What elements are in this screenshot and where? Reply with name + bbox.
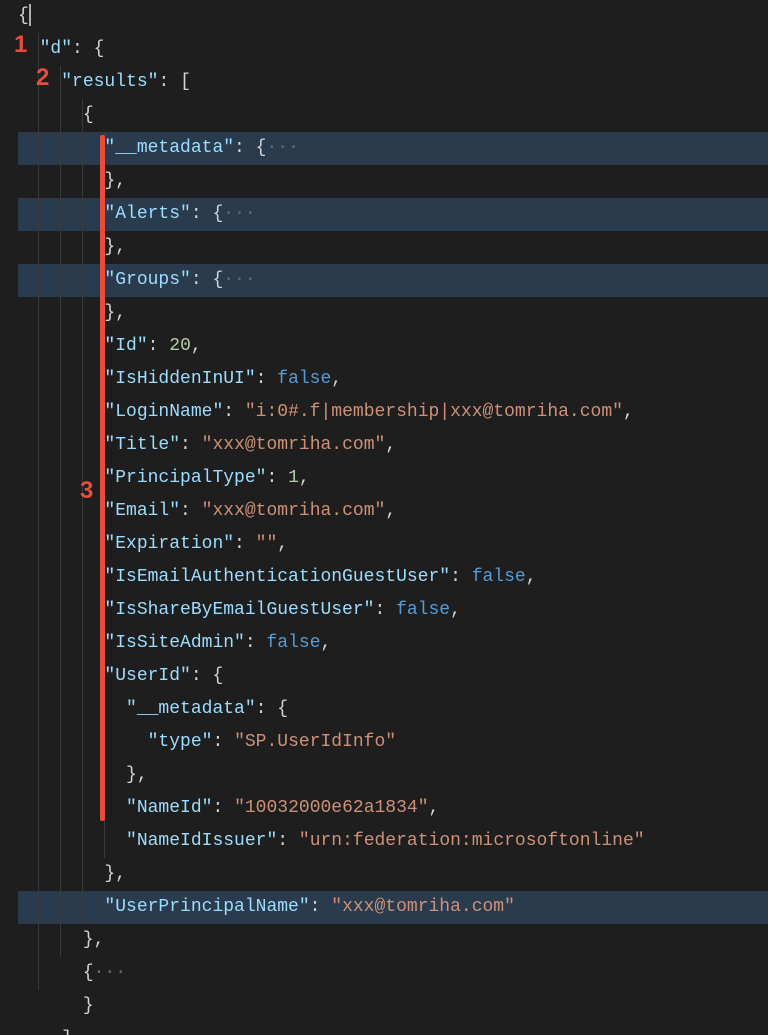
code-line: { (18, 0, 768, 33)
annotation-bar (100, 135, 105, 821)
json-key: "Groups" (104, 270, 190, 290)
code-line: "IsSiteAdmin": false, (18, 627, 768, 660)
json-string: "urn:federation:microsoftonline" (299, 831, 645, 851)
code-line: "Email": "xxx@tomriha.com", (18, 495, 768, 528)
json-key: "IsSiteAdmin" (104, 633, 244, 653)
code-line: "results": [ (18, 66, 768, 99)
json-key: "__metadata" (104, 138, 234, 158)
json-string: "10032000e62a1834" (234, 798, 428, 818)
json-key: "Email" (104, 501, 180, 521)
json-bool: false (396, 600, 450, 620)
code-line: "IsHiddenInUI": false, (18, 363, 768, 396)
code-line: "__metadata": {··· (18, 132, 768, 165)
fold-ellipsis-icon[interactable]: ··· (266, 138, 298, 158)
json-key: "UserPrincipalName" (104, 897, 309, 917)
code-line: } (18, 990, 768, 1023)
code-line: "d": { (18, 33, 768, 66)
code-line: }, (18, 924, 768, 957)
json-key: "Alerts" (104, 204, 190, 224)
json-bool: false (472, 567, 526, 587)
code-line: "NameIdIssuer": "urn:federation:microsof… (18, 825, 768, 858)
json-bool: false (266, 633, 320, 653)
json-string: "xxx@tomriha.com" (202, 501, 386, 521)
json-key: "IsEmailAuthenticationGuestUser" (104, 567, 450, 587)
json-string: "xxx@tomriha.com" (202, 435, 386, 455)
fold-ellipsis-icon[interactable]: ··· (223, 204, 255, 224)
code-line: "Groups": {··· (18, 264, 768, 297)
code-line: }, (18, 759, 768, 792)
annotation-2: 2 (36, 61, 49, 94)
code-line: "__metadata": { (18, 693, 768, 726)
code-line: "UserPrincipalName": "xxx@tomriha.com" (18, 891, 768, 924)
json-key: "type" (148, 732, 213, 752)
fold-ellipsis-icon[interactable]: ··· (223, 270, 255, 290)
json-string: "" (256, 534, 278, 554)
code-line: "Id": 20, (18, 330, 768, 363)
code-line: "Expiration": "", (18, 528, 768, 561)
code-line: }, (18, 165, 768, 198)
code-line: {··· (18, 957, 768, 990)
text-cursor (29, 4, 31, 26)
code-editor[interactable]: 1 2 3 { "d": { "results": [ { "__metadat… (0, 0, 768, 1035)
json-key: "NameId" (126, 798, 212, 818)
json-key: "Id" (104, 336, 147, 356)
json-key: "d" (40, 39, 72, 59)
code-line: "UserId": { (18, 660, 768, 693)
json-key: "PrincipalType" (104, 468, 266, 488)
json-key: "results" (61, 72, 158, 92)
code-line: }, (18, 297, 768, 330)
json-key: "IsHiddenInUI" (104, 369, 255, 389)
json-bool: false (277, 369, 331, 389)
code-line: "NameId": "10032000e62a1834", (18, 792, 768, 825)
code-line: ] (18, 1023, 768, 1035)
code-line: "Alerts": {··· (18, 198, 768, 231)
json-key: "Title" (104, 435, 180, 455)
json-string: "xxx@tomriha.com" (331, 897, 515, 917)
json-key: "UserId" (104, 666, 190, 686)
open-brace: { (18, 6, 29, 26)
code-line: }, (18, 858, 768, 891)
json-key: "LoginName" (104, 402, 223, 422)
json-string: "i:0#.f|membership|xxx@tomriha.com" (245, 402, 623, 422)
code-line: "IsEmailAuthenticationGuestUser": false, (18, 561, 768, 594)
json-key: "IsShareByEmailGuestUser" (104, 600, 374, 620)
fold-ellipsis-icon[interactable]: ··· (94, 963, 126, 983)
json-key: "Expiration" (104, 534, 234, 554)
annotation-1: 1 (14, 28, 27, 61)
json-number: 1 (288, 468, 299, 488)
annotation-3: 3 (80, 474, 93, 507)
json-number: 20 (169, 336, 191, 356)
json-string: "SP.UserIdInfo" (234, 732, 396, 752)
json-key: "NameIdIssuer" (126, 831, 277, 851)
json-key: "__metadata" (126, 699, 256, 719)
code-line: { (18, 99, 768, 132)
code-line: "LoginName": "i:0#.f|membership|xxx@tomr… (18, 396, 768, 429)
code-line: "type": "SP.UserIdInfo" (18, 726, 768, 759)
code-line: }, (18, 231, 768, 264)
code-line: "IsShareByEmailGuestUser": false, (18, 594, 768, 627)
code-line: "PrincipalType": 1, (18, 462, 768, 495)
code-line: "Title": "xxx@tomriha.com", (18, 429, 768, 462)
